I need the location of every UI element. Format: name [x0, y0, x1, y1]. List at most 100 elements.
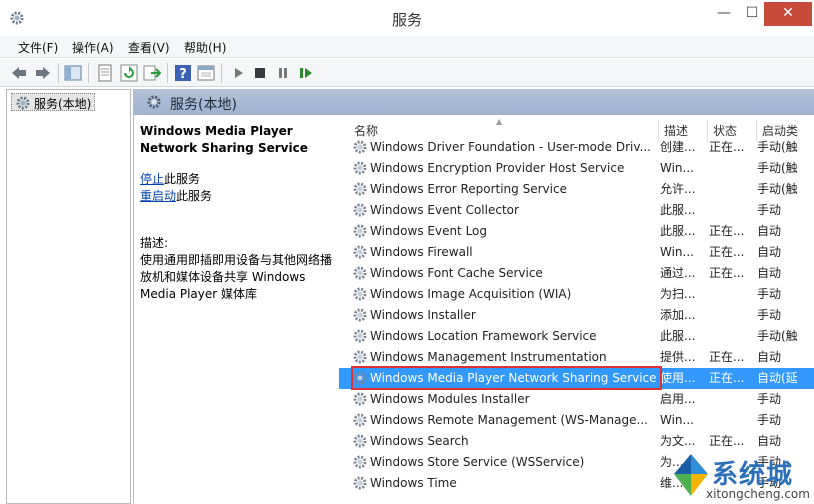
forward-arrow-icon[interactable] — [34, 64, 52, 82]
properties-icon[interactable] — [96, 64, 114, 82]
watermark-logo-icon — [674, 454, 708, 496]
table-row[interactable]: Windows Font Cache Service 通过... 正在... 自动 — [339, 263, 814, 284]
service-gear-icon — [353, 476, 367, 490]
restart-suffix: 此服务 — [176, 189, 213, 203]
service-gear-icon — [353, 203, 367, 217]
service-name: Windows Error Reporting Service — [370, 182, 567, 196]
service-gear-icon — [353, 245, 367, 259]
stop-suffix: 此服务 — [164, 172, 201, 186]
service-startup-type: 手动 — [757, 413, 782, 427]
service-details: Windows Media Player Network Sharing Ser… — [140, 123, 340, 303]
service-startup-type: 手动(触 — [757, 182, 798, 196]
console-tree: 服务(本地) — [6, 89, 131, 504]
service-status — [709, 326, 755, 347]
pause-service-icon[interactable] — [274, 64, 292, 82]
service-description: 允许... — [660, 182, 696, 196]
help-icon[interactable]: ? — [174, 64, 192, 82]
service-startup-type: 自动(延 — [757, 371, 798, 385]
refresh-icon[interactable] — [120, 64, 138, 82]
service-status — [709, 158, 755, 179]
back-arrow-icon[interactable] — [10, 64, 28, 82]
service-description: 通过... — [660, 266, 696, 280]
menu-help[interactable]: 帮助(H) — [184, 39, 226, 56]
start-service-icon[interactable] — [229, 64, 247, 82]
service-gear-icon — [353, 140, 367, 154]
service-description: Win... — [660, 245, 694, 259]
table-row[interactable]: Windows Event Collector 此服... 手动 — [339, 200, 814, 221]
watermark-url: xitongcheng.com — [706, 487, 810, 501]
table-row[interactable]: Windows Modules Installer 启用... 手动 — [339, 389, 814, 410]
service-status: 正在... — [709, 245, 745, 259]
service-gear-icon — [353, 161, 367, 175]
service-status: 正在... — [709, 224, 745, 238]
service-name: Windows Event Log — [370, 224, 488, 238]
service-name: Windows Installer — [370, 308, 476, 322]
table-row[interactable]: Windows Driver Foundation - User-mode Dr… — [339, 137, 814, 158]
table-row[interactable]: Windows Location Framework Service 此服... 手… — [339, 326, 814, 347]
service-gear-icon — [353, 413, 367, 427]
service-gear-icon — [353, 224, 367, 238]
toolbar-separator — [88, 63, 89, 83]
service-description: 启用... — [660, 392, 696, 406]
service-description: 此服... — [660, 329, 696, 343]
restart-service-icon[interactable] — [297, 64, 315, 82]
service-gear-icon — [353, 329, 367, 343]
services-gear-icon — [147, 95, 161, 109]
service-status — [709, 200, 755, 221]
menu-action[interactable]: 操作(A) — [72, 39, 114, 56]
table-row[interactable]: Windows Image Acquisition (WIA) 为扫... 手动 — [339, 284, 814, 305]
service-name: Windows Event Collector — [370, 203, 519, 217]
selected-row-highlight-box — [351, 366, 662, 390]
service-gear-icon — [353, 455, 367, 469]
service-status: 正在... — [709, 350, 745, 364]
service-gear-icon — [353, 182, 367, 196]
close-button[interactable]: ✕ — [764, 2, 812, 26]
table-row[interactable]: Windows Event Log 此服... 正在... 自动 — [339, 221, 814, 242]
stop-service-link[interactable]: 停止 — [140, 172, 164, 186]
minimize-button[interactable]: — — [710, 2, 738, 26]
service-startup-type: 手动 — [757, 392, 782, 406]
service-description: Win... — [660, 413, 694, 427]
title-bar: 服务 — ☐ ✕ — [0, 0, 814, 36]
stop-service-icon[interactable] — [251, 64, 269, 82]
table-row[interactable]: Windows Management Instrumentation 提供... 正… — [339, 347, 814, 368]
service-status — [709, 284, 755, 305]
service-gear-icon — [353, 308, 367, 322]
console-view-icon[interactable] — [197, 64, 215, 82]
service-gear-icon — [353, 434, 367, 448]
toolbar-separator — [167, 63, 168, 83]
service-status — [709, 410, 755, 431]
menu-view[interactable]: 查看(V) — [128, 39, 170, 56]
pane-title: 服务(本地) — [170, 97, 237, 113]
service-description: 提供... — [660, 350, 696, 364]
table-row[interactable]: Windows Remote Management (WS-Manage... W… — [339, 410, 814, 431]
tree-item-services-local[interactable]: 服务(本地) — [11, 93, 96, 111]
table-row[interactable]: Windows Encryption Provider Host Service… — [339, 158, 814, 179]
table-row[interactable]: Windows Firewall Win... 正在... 自动 — [339, 242, 814, 263]
service-gear-icon — [353, 350, 367, 364]
table-row[interactable]: Windows Error Reporting Service 允许... 手动(触 — [339, 179, 814, 200]
service-startup-type: 手动 — [757, 308, 782, 322]
svg-text:?: ? — [179, 67, 187, 82]
service-description: 为扫... — [660, 287, 696, 301]
restart-service-link[interactable]: 重启动 — [140, 189, 176, 203]
maximize-button[interactable]: ☐ — [738, 2, 766, 26]
service-description: 创建... — [660, 140, 696, 154]
services-gear-icon — [16, 96, 30, 110]
service-name: Windows Remote Management (WS-Manage... — [370, 413, 648, 427]
toolbar-separator — [221, 63, 222, 83]
service-status: 正在... — [709, 266, 745, 280]
menu-file[interactable]: 文件(F) — [18, 39, 58, 56]
show-hide-tree-icon[interactable] — [64, 64, 82, 82]
watermark: 系统城 xitongcheng.com — [672, 446, 814, 504]
service-status: 正在... — [709, 371, 745, 385]
table-row[interactable]: Windows Installer 添加... 手动 — [339, 305, 814, 326]
service-name: Windows Image Acquisition (WIA) — [370, 287, 572, 301]
service-description: 添加... — [660, 308, 696, 322]
service-startup-type: 手动 — [757, 287, 782, 301]
service-startup-type: 自动 — [757, 266, 782, 280]
export-list-icon[interactable] — [143, 64, 161, 82]
service-startup-type: 手动 — [757, 203, 782, 217]
service-description: 此服... — [660, 224, 696, 238]
service-name: Windows Time — [370, 476, 457, 490]
